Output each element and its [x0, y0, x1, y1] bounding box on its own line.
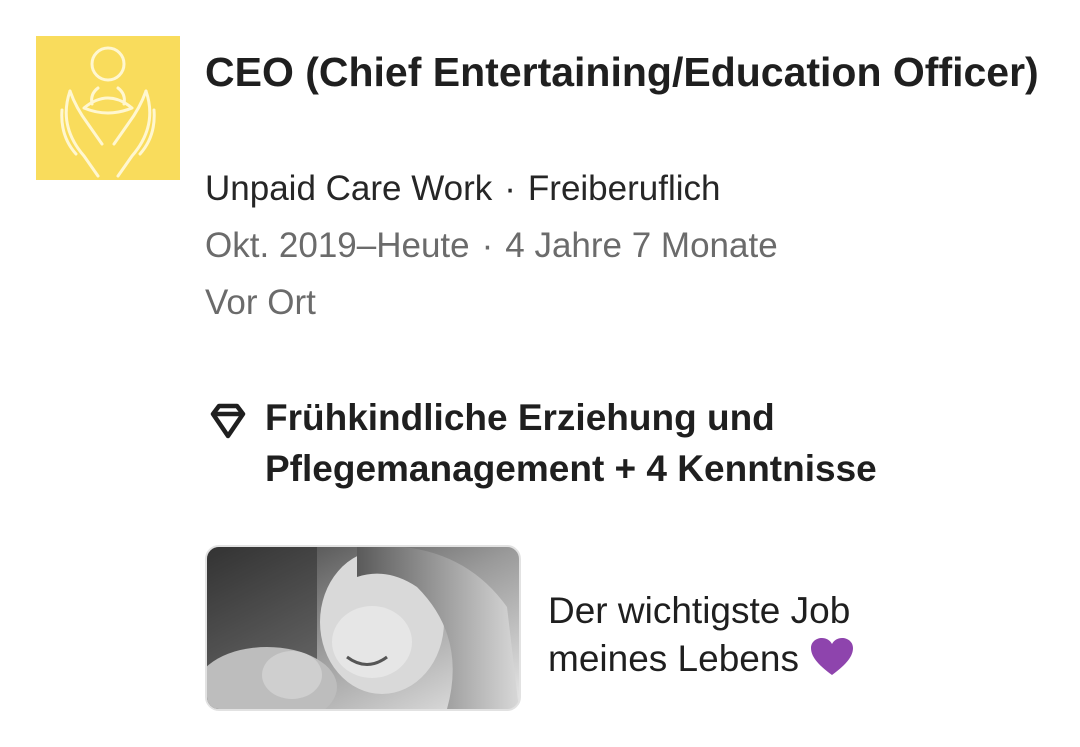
date-range: Okt. 2019–Heute — [205, 226, 470, 265]
media-caption[interactable]: Der wichtigste Job meines Lebens — [548, 587, 968, 683]
location: Vor Ort — [205, 283, 316, 322]
date-line: Okt. 2019–Heute · 4 Jahre 7 Monate — [205, 224, 778, 268]
company-line: Unpaid Care Work · Freiberuflich — [205, 167, 720, 211]
hands-holding-person-icon — [60, 46, 156, 178]
purple-heart-icon — [810, 638, 853, 675]
diamond-icon — [210, 403, 246, 439]
company-logo[interactable] — [36, 36, 180, 180]
position-title: CEO (Chief Entertaining/Education Office… — [205, 49, 1039, 95]
duration: 4 Jahre 7 Monate — [505, 226, 778, 265]
separator: · — [481, 226, 494, 265]
separator: · — [504, 169, 516, 208]
media-caption-text: Der wichtigste Job meines Lebens — [548, 590, 851, 679]
skills-text: Frühkindliche Erziehung und Pflegemanage… — [265, 397, 877, 489]
media-thumbnail[interactable] — [205, 545, 521, 711]
media-photo — [207, 547, 519, 709]
company-name[interactable]: Unpaid Care Work — [205, 169, 492, 208]
employment-type: Freiberuflich — [527, 169, 721, 208]
